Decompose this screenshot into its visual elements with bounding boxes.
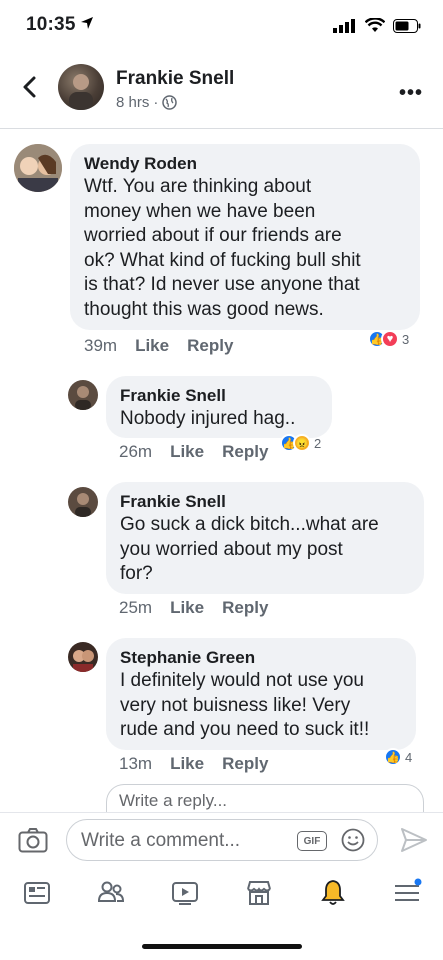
reply-button[interactable]: Reply bbox=[222, 442, 268, 462]
comment-input-placeholder: Write a comment... bbox=[81, 830, 241, 851]
status-time: 10:35 bbox=[26, 14, 94, 36]
friends-icon[interactable] bbox=[96, 878, 126, 908]
post-author-name[interactable]: Frankie Snell bbox=[116, 68, 234, 90]
comment-actions: 25m Like Reply bbox=[119, 598, 268, 618]
comment-text: I definitely would not use you very not … bbox=[120, 670, 370, 740]
reply-button[interactable]: Reply bbox=[222, 754, 268, 774]
commenter-avatar[interactable] bbox=[14, 144, 62, 192]
reaction-summary[interactable]: 👍 4 bbox=[384, 748, 412, 766]
post-header: Frankie Snell 8 hrs · ••• bbox=[0, 52, 443, 129]
love-reaction-icon: ♥ bbox=[381, 330, 399, 348]
like-reaction-icon: 👍 bbox=[384, 748, 402, 766]
reaction-count: 2 bbox=[314, 435, 322, 451]
reply-button[interactable]: Reply bbox=[222, 598, 268, 618]
commenter-name[interactable]: Stephanie Green bbox=[120, 647, 402, 669]
comment-bubble[interactable]: Frankie Snell Go suck a dick bitch...wha… bbox=[106, 482, 424, 594]
gif-button[interactable]: GIF bbox=[297, 831, 327, 851]
comment-time[interactable]: 26m bbox=[119, 442, 152, 462]
signal-icon bbox=[333, 18, 355, 33]
post-meta: 8 hrs · bbox=[116, 94, 178, 111]
send-icon[interactable] bbox=[399, 825, 429, 855]
meta-separator: · bbox=[153, 94, 159, 111]
watch-icon[interactable] bbox=[170, 878, 200, 908]
clock-text: 10:35 bbox=[26, 14, 76, 35]
post-time[interactable]: 8 hrs bbox=[116, 94, 149, 111]
menu-icon[interactable] bbox=[392, 878, 422, 908]
commenter-name[interactable]: Frankie Snell bbox=[120, 385, 318, 407]
commenter-name[interactable]: Wendy Roden bbox=[84, 153, 406, 175]
comment-actions: 13m Like Reply bbox=[119, 754, 268, 774]
comment-actions: 26m Like Reply bbox=[119, 442, 268, 462]
commenter-avatar[interactable] bbox=[68, 642, 98, 672]
more-options-icon[interactable]: ••• bbox=[399, 82, 423, 105]
comment-time[interactable]: 13m bbox=[119, 754, 152, 774]
location-arrow-icon bbox=[80, 17, 93, 29]
comment-text: Nobody injured hag.. bbox=[120, 408, 296, 429]
comment-bubble[interactable]: Wendy Roden Wtf. You are thinking about … bbox=[70, 144, 420, 330]
globe-icon bbox=[162, 95, 178, 110]
like-button[interactable]: Like bbox=[170, 442, 204, 462]
commenter-name[interactable]: Frankie Snell bbox=[120, 491, 410, 513]
commenter-avatar[interactable] bbox=[68, 380, 98, 410]
angry-reaction-icon: 😠 bbox=[293, 434, 311, 452]
camera-icon[interactable] bbox=[18, 827, 48, 853]
reaction-count: 3 bbox=[402, 331, 410, 347]
comment-time[interactable]: 39m bbox=[84, 336, 117, 356]
emoji-icon[interactable] bbox=[341, 828, 365, 852]
marketplace-icon[interactable] bbox=[244, 878, 274, 908]
comment-composer: Write a comment... GIF bbox=[0, 812, 443, 869]
comment-bubble[interactable]: Frankie Snell Nobody injured hag.. bbox=[106, 376, 332, 438]
reply-input-placeholder: Write a reply... bbox=[119, 791, 228, 810]
status-icons bbox=[333, 18, 421, 33]
commenter-avatar[interactable] bbox=[68, 487, 98, 517]
comment-actions: 39m Like Reply bbox=[84, 336, 233, 356]
bottom-tab-bar bbox=[0, 868, 443, 924]
like-button[interactable]: Like bbox=[135, 336, 169, 356]
news-feed-icon[interactable] bbox=[22, 878, 52, 908]
comment-time[interactable]: 25m bbox=[119, 598, 152, 618]
like-button[interactable]: Like bbox=[170, 598, 204, 618]
back-arrow-icon[interactable] bbox=[18, 74, 44, 100]
like-button[interactable]: Like bbox=[170, 754, 204, 774]
post-author-avatar[interactable] bbox=[58, 64, 104, 110]
reaction-summary[interactable]: 👍 😠 2 bbox=[280, 434, 321, 452]
notifications-bell-icon[interactable] bbox=[318, 878, 348, 908]
reply-button[interactable]: Reply bbox=[187, 336, 233, 356]
comment-bubble[interactable]: Stephanie Green I definitely would not u… bbox=[106, 638, 416, 750]
wifi-icon bbox=[365, 18, 385, 32]
reaction-summary[interactable]: 👍 ♥ 3 bbox=[368, 330, 409, 348]
comment-input[interactable]: Write a comment... GIF bbox=[66, 819, 378, 861]
home-indicator[interactable] bbox=[142, 944, 302, 949]
comment-text: Go suck a dick bitch...what are you worr… bbox=[120, 514, 379, 584]
comment-text: Wtf. You are thinking about money when w… bbox=[84, 176, 361, 320]
status-bar: 10:35 bbox=[0, 0, 443, 52]
battery-icon bbox=[393, 18, 421, 33]
reaction-count: 4 bbox=[405, 749, 413, 765]
